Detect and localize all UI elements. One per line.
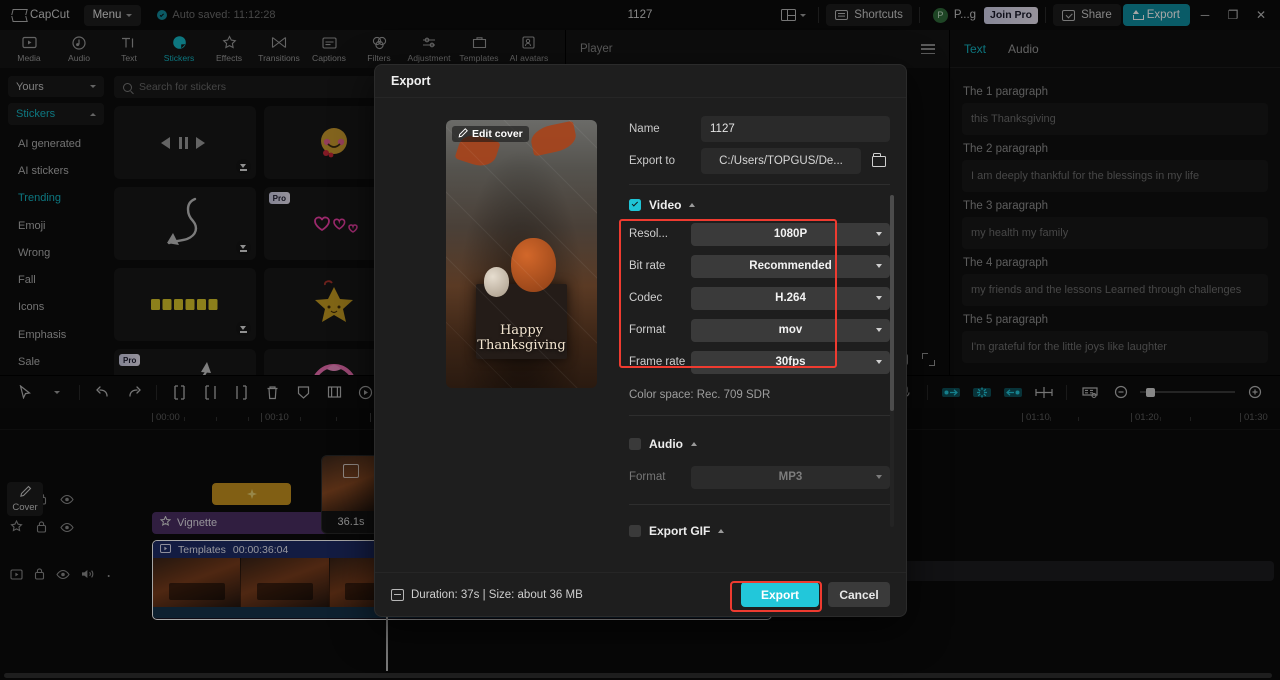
name-input[interactable]: 1127 — [701, 116, 890, 142]
audio-format-select[interactable]: MP3 — [691, 465, 890, 489]
video-section-header[interactable]: Video — [629, 195, 890, 215]
chevron-down-icon — [876, 232, 882, 236]
divider — [629, 415, 890, 416]
film-icon — [391, 588, 404, 601]
framerate-select[interactable]: 30fps — [691, 350, 890, 374]
dialog-title: Export — [391, 74, 431, 88]
bitrate-row: Bit rate Recommended — [629, 253, 890, 279]
edit-cover-label: Edit cover — [472, 128, 523, 140]
name-row: Name 1127 — [629, 116, 890, 142]
bitrate-value: Recommended — [749, 260, 832, 272]
chevron-down-icon — [876, 296, 882, 300]
audio-format-value: MP3 — [778, 471, 803, 483]
dialog-scroll-area: Video Resol... 1080P Bit rate Recommende… — [619, 195, 894, 538]
codec-select[interactable]: H.264 — [691, 286, 890, 310]
gif-section-header[interactable]: Export GIF — [629, 521, 890, 541]
video-checkbox[interactable] — [629, 199, 641, 211]
format-select[interactable]: mov — [691, 318, 890, 342]
capcut-app-window: CapCut Menu Auto saved: 11:12:28 1127 Sh… — [0, 0, 1280, 680]
dialog-cancel-button[interactable]: Cancel — [828, 582, 890, 607]
export-to-row: Export to C:/Users/TOPGUS/De... — [629, 148, 890, 174]
dialog-body: Happy Thanksgiving Edit cover Name 1127 … — [375, 98, 906, 572]
codec-value: H.264 — [775, 292, 806, 304]
dialog-scrollbar[interactable] — [890, 195, 894, 527]
chevron-up-icon[interactable] — [691, 442, 697, 446]
codec-label: Codec — [629, 292, 663, 304]
framerate-value: 30fps — [775, 356, 806, 368]
audio-checkbox[interactable] — [629, 438, 641, 450]
format-value: mov — [778, 324, 803, 336]
chevron-up-icon[interactable] — [689, 203, 696, 207]
framerate-row: Frame rate 30fps — [629, 349, 890, 375]
dialog-actions: Export Cancel — [741, 582, 890, 607]
framerate-label: Frame rate — [629, 356, 686, 368]
export-to-label: Export to — [629, 155, 676, 167]
divider — [629, 504, 890, 505]
duration-label: Duration: 37s | Size: about 36 MB — [411, 588, 583, 601]
export-dialog: Export Happy Thanksgiving Edit cover — [374, 64, 907, 617]
divider — [629, 184, 890, 185]
chevron-up-icon[interactable] — [718, 529, 725, 533]
chevron-down-icon — [876, 475, 882, 479]
chevron-down-icon — [876, 360, 882, 364]
format-label: Format — [629, 324, 666, 336]
chevron-down-icon — [876, 264, 882, 268]
video-section-title: Video — [649, 198, 682, 212]
bitrate-select[interactable]: Recommended — [691, 254, 890, 278]
scrollbar-thumb — [890, 195, 894, 411]
export-path-input[interactable]: C:/Users/TOPGUS/De... — [701, 148, 861, 174]
bitrate-label: Bit rate — [629, 260, 666, 272]
name-label: Name — [629, 123, 660, 135]
audio-section-header[interactable]: Audio — [629, 434, 890, 454]
export-form: Name 1127 Export to C:/Users/TOPGUS/De..… — [619, 116, 894, 572]
folder-icon — [871, 153, 886, 167]
cover-preview[interactable]: Happy Thanksgiving Edit cover — [446, 120, 597, 388]
resolution-value: 1080P — [773, 228, 808, 240]
resolution-row: Resol... 1080P — [629, 221, 890, 247]
audio-format-label: Format — [629, 471, 666, 483]
dialog-export-button[interactable]: Export — [741, 582, 819, 607]
gif-checkbox[interactable] — [629, 525, 641, 537]
dialog-header: Export — [375, 65, 906, 98]
audio-section-title: Audio — [649, 437, 683, 451]
gif-section-title: Export GIF — [649, 524, 711, 538]
edit-cover-button[interactable]: Edit cover — [452, 126, 529, 142]
dialog-footer: Duration: 37s | Size: about 36 MB Export… — [375, 572, 906, 616]
duration-info: Duration: 37s | Size: about 36 MB — [391, 588, 583, 601]
format-row: Format mov — [629, 317, 890, 343]
watermark-overlay — [446, 120, 597, 388]
chevron-down-icon — [876, 328, 882, 332]
browse-folder-button[interactable] — [867, 150, 890, 173]
color-space-label: Color space: Rec. 709 SDR — [629, 389, 771, 401]
resolution-label: Resol... — [629, 228, 668, 240]
codec-row: Codec H.264 — [629, 285, 890, 311]
resolution-select[interactable]: 1080P — [691, 222, 890, 246]
audio-format-row: Format MP3 — [629, 464, 890, 490]
pencil-icon — [458, 127, 468, 141]
